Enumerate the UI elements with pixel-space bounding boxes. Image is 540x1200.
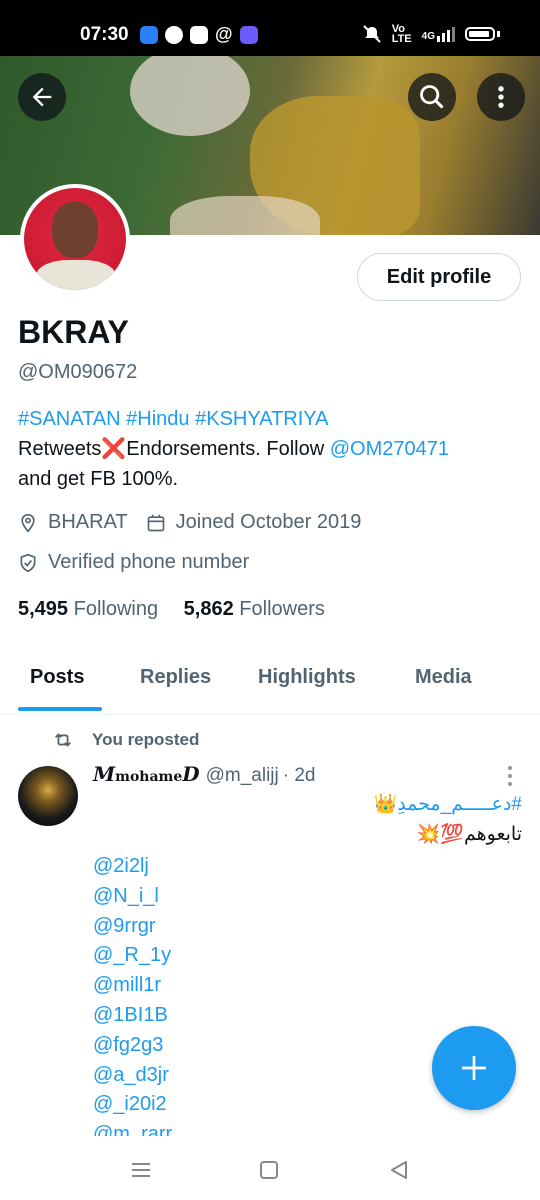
shield-check-icon [20,553,36,572]
post-author-handle: @m_alijj [205,765,279,786]
more-vertical-icon [498,86,504,108]
home-icon[interactable] [257,1158,281,1182]
profile-name: BKRAY [18,314,129,350]
at-icon: @ [215,24,233,44]
profile-avatar[interactable] [20,184,130,294]
post-author-name[interactable]: MmohameD [93,762,200,786]
status-right: Vo LTE 4G [362,23,500,45]
mention-link[interactable]: @fg2g3 [93,1031,172,1061]
followers-label: Followers [239,598,325,620]
system-nav-bar [0,1136,540,1200]
post-time: · 2d [282,765,316,786]
post-header: MmohameD @m_alijj · 2d [93,762,316,787]
back-button[interactable] [18,73,66,121]
verified-row: Verified phone number [18,551,249,574]
location-icon [21,513,35,533]
square-app-icon [140,25,158,44]
more-options-button[interactable] [477,73,525,121]
mention-link[interactable]: @m_rarr [93,1120,172,1136]
mention-link[interactable]: @2i2lj [93,852,172,882]
game-icon [239,25,258,44]
network-type: 4G [421,30,435,42]
tab-media[interactable]: Media [415,666,472,689]
post-author-avatar[interactable] [18,766,78,826]
slack-icon [190,25,208,44]
mention-link[interactable]: @_i20i2 [93,1090,172,1120]
post-more-icon[interactable] [505,764,515,788]
status-time: 07:30 [80,24,129,45]
back-nav-icon[interactable] [387,1158,411,1182]
bio-text-suffix: and get FB 100%. [18,468,179,490]
mention-link[interactable]: @N_i_l [93,882,172,912]
following-count: 5,495 [18,598,69,620]
signal-icon: 4G [421,26,455,42]
plus-icon [462,1056,486,1080]
mention-link[interactable]: @9rrgr [93,912,172,942]
active-tab-indicator [18,707,102,711]
status-bar: 07:30 @ Vo LTE 4G [0,0,540,56]
recent-apps-icon[interactable] [129,1158,153,1182]
search-icon [420,85,444,109]
profile-bio: #SANATAN #Hindu #KSHYATRIYA Retweets❌End… [18,404,523,494]
followers-count: 5,862 [183,598,234,620]
tab-replies[interactable]: Replies [140,666,211,689]
phone-icon [165,25,183,44]
post-mentions: @2i2lj @N_i_l @9rrgr @_R_1y @mill1r @1BI… [93,852,172,1136]
following-label: Following [73,598,159,620]
edit-profile-button[interactable]: Edit profile [357,253,521,301]
profile-handle: @OM090672 [18,361,138,383]
tab-highlights[interactable]: Highlights [258,666,356,689]
battery-icon [465,27,495,41]
mention-link[interactable]: @_R_1y [93,941,172,971]
mention-link[interactable]: @1BI1B [93,1001,172,1031]
bio-text-mid: Endorsements. Follow [126,438,330,460]
follow-stats: 5,495 Following 5,862 Followers [18,598,325,621]
repost-icon [55,733,71,747]
bio-mention[interactable]: @OM270471 [330,438,449,460]
profile-meta: BHARAT Joined October 2019 [18,511,361,534]
tab-posts[interactable]: Posts [30,666,84,689]
mention-link[interactable]: @mill1r [93,971,172,1001]
following-link[interactable]: 5,495 Following [18,598,158,620]
verified-phone-text: Verified phone number [48,551,250,573]
repost-label: You reposted [92,730,200,749]
calendar-icon [147,514,164,531]
search-button[interactable] [408,73,456,121]
volte-icon: Vo LTE [391,23,412,45]
mute-icon [362,25,381,43]
post-follow-line: تابعوهم💯💥 [416,824,522,845]
bio-text-prefix: Retweets [18,438,102,460]
post-hashtag[interactable]: #دعـــــم_محمدِ👑 [374,792,522,816]
followers-link[interactable]: 5,862 Followers [184,598,325,620]
profile-location: BHARAT [48,511,128,533]
profile-joined: Joined October 2019 [175,511,362,533]
repost-indicator: You reposted [52,729,199,751]
battery-cap [497,31,500,37]
bio-hashtags[interactable]: #SANATAN #Hindu #KSHYATRIYA [18,408,328,430]
cross-mark-icon: ❌ [101,438,127,460]
arrow-left-icon [32,87,52,107]
mention-link[interactable]: @a_d3jr [93,1061,172,1091]
compose-post-button[interactable] [432,1026,516,1110]
status-app-icons: @ [140,24,258,45]
